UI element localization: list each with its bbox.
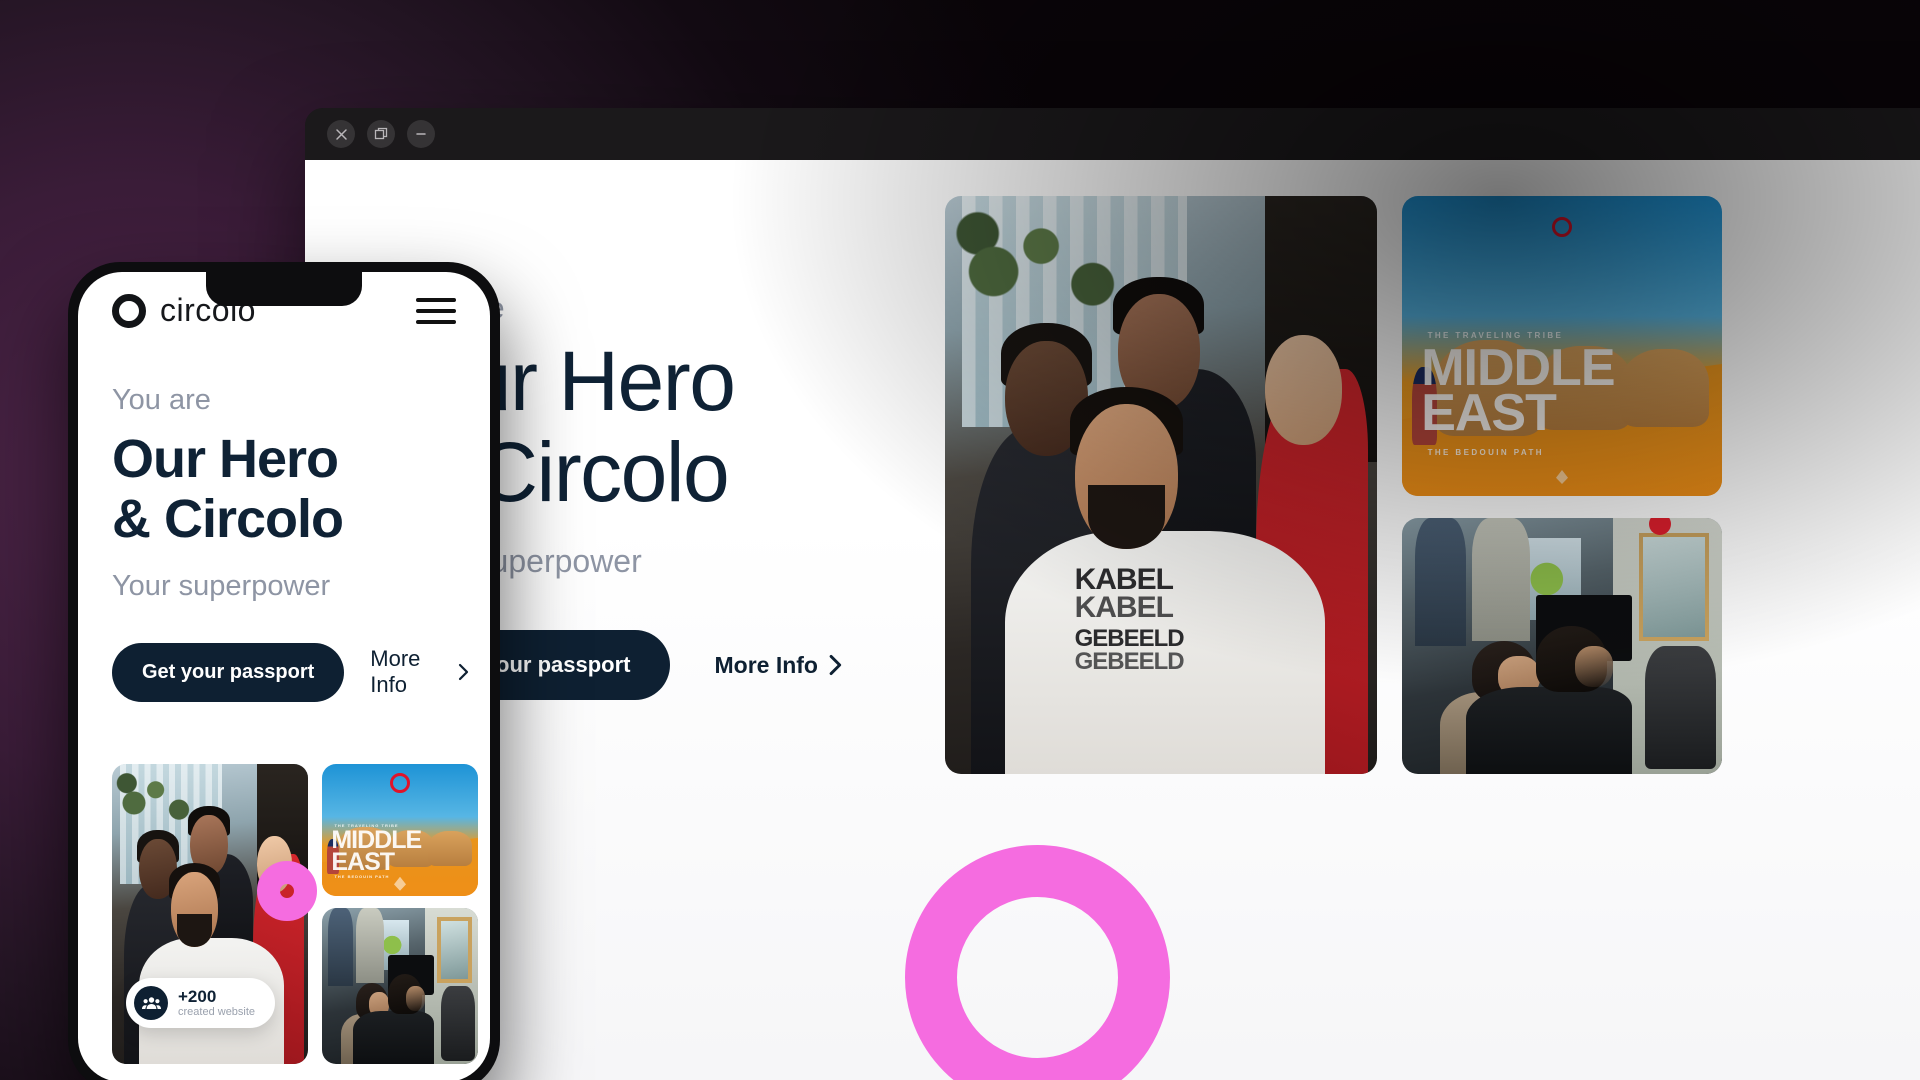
seated-person-body — [353, 1010, 435, 1064]
person-face — [1264, 334, 1343, 445]
page-viewport: You are Our Hero & Circolo Your superpow… — [305, 160, 1920, 1080]
person-beard — [176, 914, 212, 947]
more-info-link[interactable]: More Info — [714, 652, 844, 679]
browser-window: You are Our Hero & Circolo Your superpow… — [305, 108, 1920, 1080]
badge-text: +200 created website — [178, 987, 255, 1019]
burger-line — [416, 297, 456, 302]
people-group-icon — [134, 986, 168, 1020]
hamburger-menu-icon[interactable] — [416, 297, 456, 324]
phone-heading: Our Hero & Circolo — [112, 429, 470, 550]
badge-label: created website — [178, 1006, 256, 1019]
red-circle-sun-icon — [1552, 217, 1572, 237]
chevron-right-icon — [458, 664, 469, 681]
phone-mockup: circolo You are Our Hero & Circolo Your … — [68, 262, 500, 1080]
poster-title: MIDDLE EAST — [1421, 342, 1715, 442]
poster-footer: THE BEDOUIN PATH — [1427, 448, 1544, 457]
gallery-middle-east-poster[interactable]: THE TRAVELING TRIBE MIDDLE EAST THE BEDO… — [1402, 196, 1722, 496]
desktop-background: You are Our Hero & Circolo Your superpow… — [0, 0, 1920, 1080]
shirt-text-line-2: KABEL — [1074, 591, 1174, 625]
restore-icon — [374, 127, 388, 140]
standing-person — [1472, 518, 1530, 641]
close-icon — [335, 128, 347, 140]
phone-more-info-link[interactable]: More Info — [370, 646, 470, 698]
phone-more-info-label: More Info — [370, 646, 421, 698]
picture-frame-decor — [437, 917, 472, 983]
phone-cta-row: Get your passport More Info — [112, 642, 470, 702]
phone-notch — [206, 272, 362, 306]
pink-ring-decor — [905, 845, 1170, 1080]
phone-subheading: Your superpower — [112, 569, 331, 602]
phone-heading-line-1: Our Hero — [112, 429, 339, 489]
phone-hero-copy: You are Our Hero & Circolo Your superpow… — [112, 384, 470, 702]
phone-screen: circolo You are Our Hero & Circolo Your … — [78, 272, 490, 1080]
minimize-button[interactable] — [407, 120, 435, 148]
badge-count: +200 — [178, 986, 217, 1006]
red-circle-sun-icon — [390, 773, 410, 794]
poster-footer: THE BEDOUIN PATH — [334, 873, 390, 879]
standing-person — [1414, 518, 1466, 646]
standing-person — [328, 908, 354, 986]
poster-title-line-2: EAST — [331, 847, 395, 876]
person-beard — [1087, 485, 1166, 549]
picture-frame-decor — [1638, 533, 1710, 641]
seated-person-body — [1466, 686, 1633, 774]
tshirt-graphic-text: KABEL KABEL GEBEELD GEBEELD — [1074, 562, 1265, 675]
poster-title-line-2: EAST — [1421, 383, 1557, 442]
minimize-icon — [416, 133, 426, 135]
burger-line — [416, 319, 456, 324]
shirt-text-line-1: KABEL — [1074, 562, 1174, 596]
standing-person — [356, 908, 385, 983]
phone-heading-line-2: & Circolo — [112, 489, 344, 550]
chair-decor — [1645, 646, 1716, 769]
phone-eyebrow: You are — [112, 384, 211, 416]
maximize-button[interactable] — [367, 120, 395, 148]
person-face — [1574, 646, 1614, 687]
window-titlebar — [305, 108, 1920, 160]
phone-gallery-crew-photo[interactable] — [322, 908, 478, 1064]
created-website-badge: +200 created website — [126, 978, 276, 1028]
chevron-right-icon — [829, 655, 842, 676]
circle-ring-logo-icon — [112, 293, 146, 328]
phone-gallery-middle-east-poster[interactable]: THE TRAVELING TRIBE MIDDLE EAST THE BEDO… — [322, 764, 478, 896]
burger-line — [416, 308, 456, 313]
phone-get-passport-button[interactable]: Get your passport — [112, 642, 345, 702]
pink-ring-decor — [257, 861, 317, 921]
shirt-text-line-4: GEBEELD — [1074, 647, 1185, 675]
poster-title: MIDDLE EAST — [331, 828, 475, 876]
more-info-label: More Info — [714, 651, 818, 678]
gallery-group-photo[interactable]: KABEL KABEL GEBEELD GEBEELD — [945, 196, 1377, 774]
phone-gallery: THE TRAVELING TRIBE MIDDLE EAST THE BEDO… — [112, 764, 478, 1064]
close-button[interactable] — [327, 120, 355, 148]
gallery-crew-photo[interactable] — [1402, 518, 1722, 774]
chair-decor — [440, 986, 475, 1061]
person-face — [406, 986, 425, 1011]
